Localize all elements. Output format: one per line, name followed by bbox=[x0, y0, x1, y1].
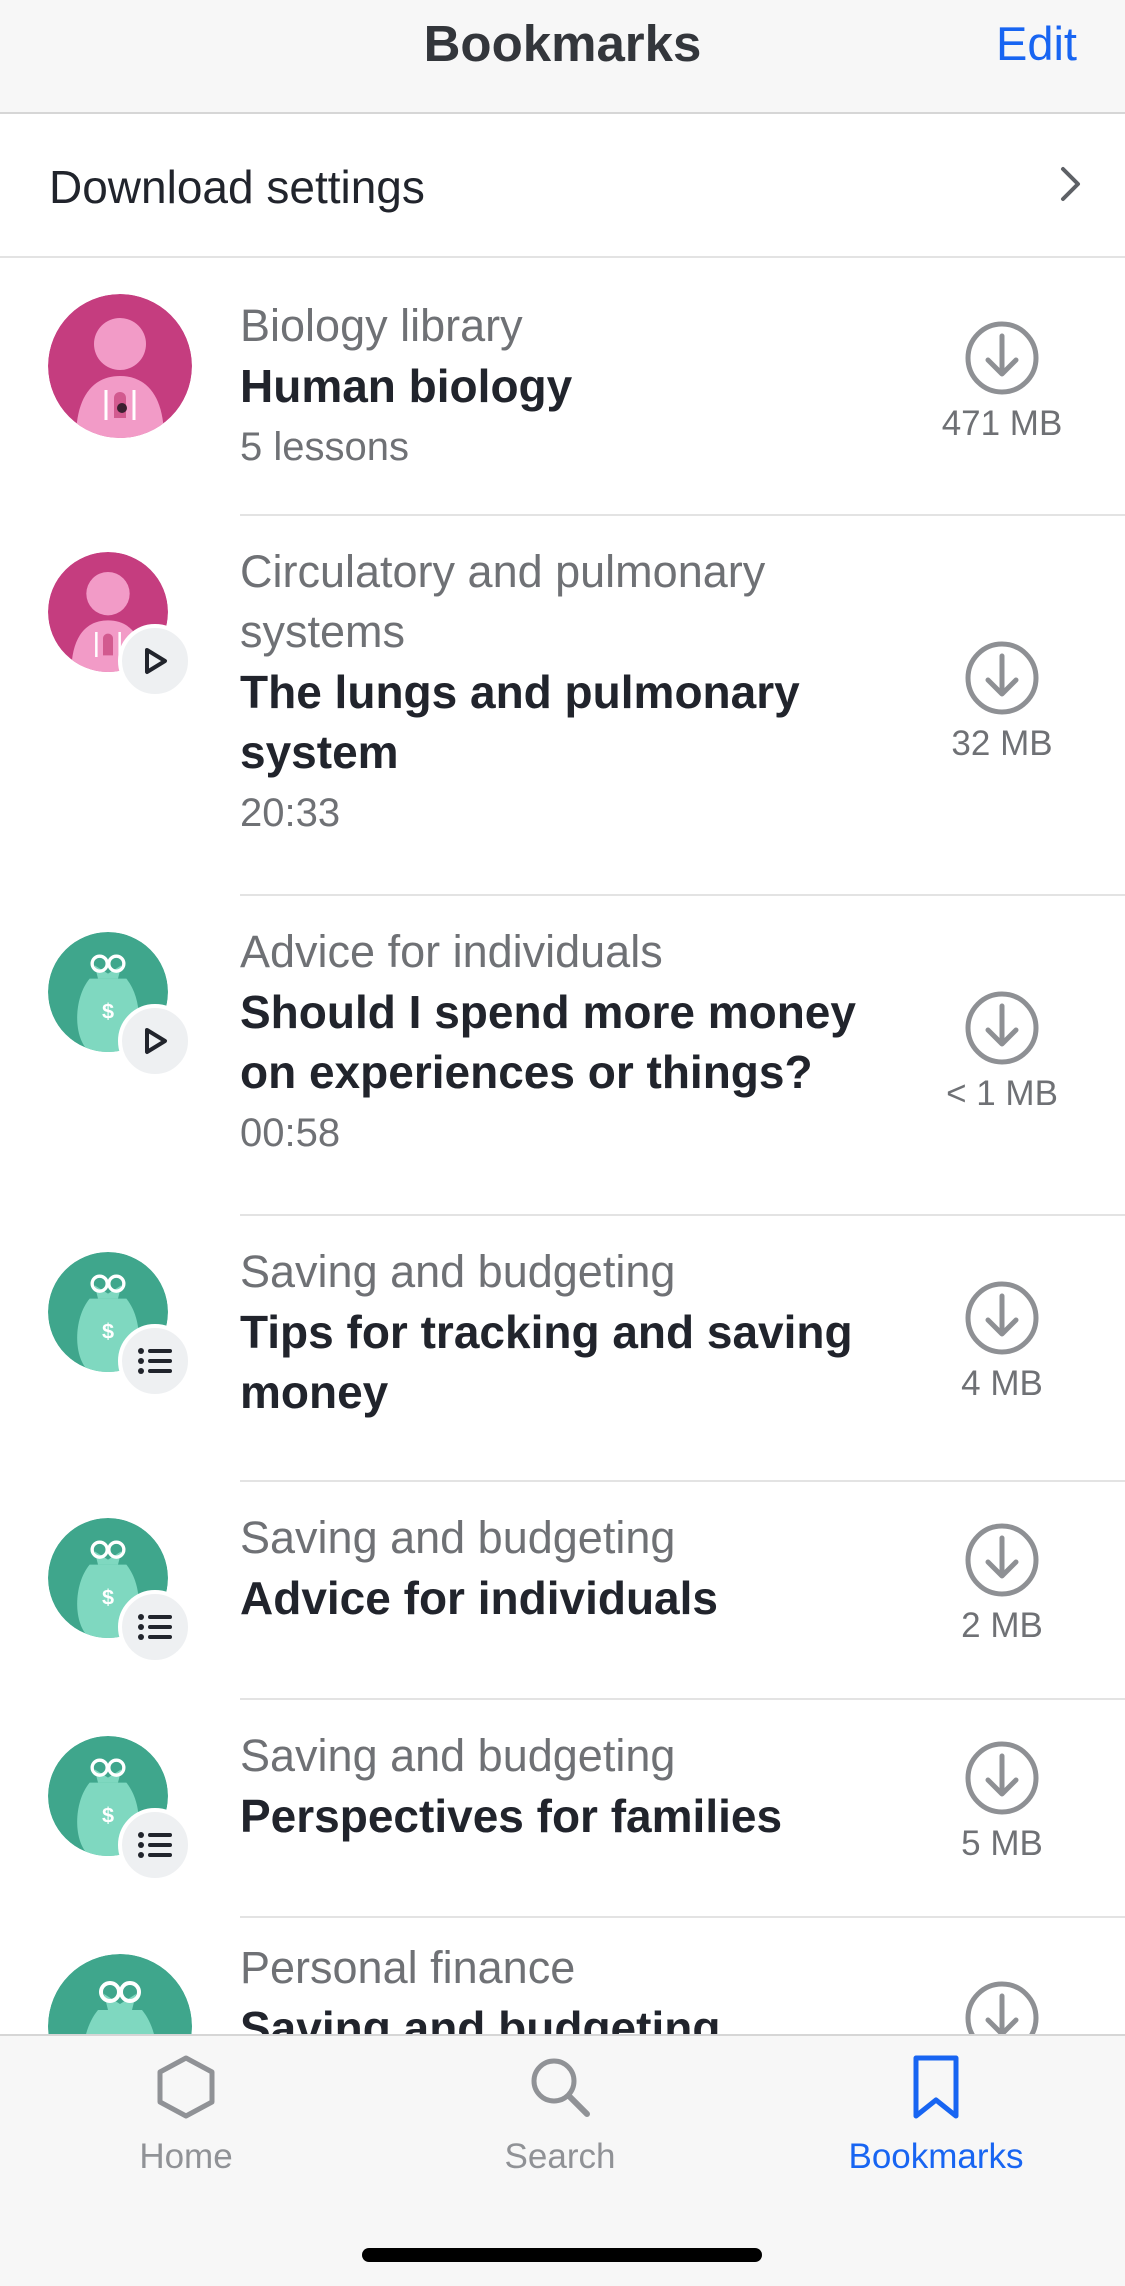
svg-text:$: $ bbox=[102, 1585, 114, 1610]
item-title: Saving and budgeting bbox=[240, 2002, 721, 2034]
list-icon bbox=[138, 1832, 172, 1858]
tab-home[interactable]: Home bbox=[56, 2054, 316, 2177]
download-button[interactable]: 471 MB bbox=[927, 320, 1077, 444]
download-size: < 1 MB bbox=[946, 1074, 1058, 1113]
item-kicker: Advice for individuals bbox=[240, 926, 663, 977]
tab-search[interactable]: Search bbox=[430, 2054, 690, 2177]
download-button[interactable] bbox=[927, 1980, 1077, 2034]
list-icon bbox=[138, 1614, 172, 1640]
download-icon bbox=[965, 641, 1039, 715]
finance-avatar: $ bbox=[48, 1954, 192, 2034]
bookmark-icon bbox=[913, 2055, 959, 2119]
download-size: 5 MB bbox=[961, 1824, 1043, 1863]
item-title: Advice for individuals bbox=[240, 1572, 718, 1624]
list-item[interactable]: $ Saving and budgeting Tips for tracking… bbox=[0, 1216, 1125, 1482]
list-item[interactable]: $ Personal finance Saving and budgeting bbox=[0, 1918, 1125, 2034]
edit-button[interactable]: Edit bbox=[996, 16, 1077, 71]
item-meta: 20:33 bbox=[240, 791, 341, 835]
item-title: Tips for tracking and saving money bbox=[240, 1306, 853, 1418]
download-size: 471 MB bbox=[941, 404, 1063, 443]
item-title: Perspectives for families bbox=[240, 1790, 783, 1842]
video-badge bbox=[118, 624, 192, 698]
item-meta: 5 lessons bbox=[240, 425, 409, 469]
download-icon bbox=[965, 1981, 1039, 2034]
tab-bookmarks[interactable]: Bookmarks bbox=[806, 2054, 1066, 2177]
item-kicker: Saving and budgeting bbox=[240, 1512, 676, 1563]
item-kicker: Saving and budgeting bbox=[240, 1246, 676, 1297]
item-meta: 00:58 bbox=[240, 1111, 341, 1155]
home-indicator bbox=[362, 2248, 762, 2262]
item-kicker: Personal finance bbox=[240, 1942, 576, 1993]
list-item[interactable]: $ Saving and budgeting Advice for indivi… bbox=[0, 1482, 1125, 1700]
list-badge bbox=[118, 1590, 192, 1664]
item-title: Human biology bbox=[240, 360, 573, 412]
item-kicker: Biology library bbox=[240, 300, 523, 351]
download-icon bbox=[965, 1281, 1039, 1355]
tab-label: Bookmarks bbox=[848, 2137, 1024, 2176]
download-button[interactable]: 4 MB bbox=[927, 1280, 1077, 1404]
svg-text:$: $ bbox=[102, 1319, 114, 1344]
list-item[interactable]: Biology library Human biology 5 lessons … bbox=[0, 258, 1125, 516]
download-size: 2 MB bbox=[961, 1606, 1043, 1645]
download-settings-label: Download settings bbox=[49, 161, 425, 213]
list-item[interactable]: $ Saving and budgeting Perspectives for … bbox=[0, 1700, 1125, 1918]
chevron-right-icon bbox=[1061, 167, 1080, 201]
download-button[interactable]: < 1 MB bbox=[927, 990, 1077, 1114]
item-title: The lungs and pulmonary system bbox=[240, 666, 800, 778]
play-icon bbox=[145, 1028, 167, 1054]
list-badge bbox=[118, 1324, 192, 1398]
list-icon bbox=[138, 1348, 172, 1374]
item-title: Should I spend more money on experiences… bbox=[240, 986, 856, 1098]
download-button[interactable]: 2 MB bbox=[927, 1522, 1077, 1646]
list-item[interactable]: $ Advice for individuals Should I spend … bbox=[0, 896, 1125, 1216]
svg-text:$: $ bbox=[102, 1803, 114, 1828]
download-settings-row[interactable]: Download settings bbox=[0, 114, 1125, 258]
tab-label: Home bbox=[139, 2137, 233, 2176]
list-item[interactable]: Circulatory and pulmonary systems The lu… bbox=[0, 516, 1125, 896]
svg-text:$: $ bbox=[102, 999, 114, 1024]
hexagon-home-icon bbox=[157, 2055, 215, 2119]
video-badge bbox=[118, 1004, 192, 1078]
list-badge bbox=[118, 1808, 192, 1882]
download-size: 4 MB bbox=[961, 1364, 1043, 1403]
download-button[interactable]: 5 MB bbox=[927, 1740, 1077, 1864]
search-icon bbox=[531, 2058, 590, 2117]
download-size: 32 MB bbox=[951, 724, 1053, 763]
tab-label: Search bbox=[504, 2137, 616, 2176]
download-icon bbox=[965, 991, 1039, 1065]
download-button[interactable]: 32 MB bbox=[927, 640, 1077, 764]
navigation-bar: Bookmarks Edit bbox=[0, 0, 1125, 114]
item-kicker: Saving and budgeting bbox=[240, 1730, 676, 1781]
biology-avatar bbox=[48, 294, 192, 438]
download-icon bbox=[965, 321, 1039, 395]
item-kicker: Circulatory and pulmonary systems bbox=[240, 546, 766, 657]
play-icon bbox=[145, 648, 167, 674]
bookmarks-list: Biology library Human biology 5 lessons … bbox=[0, 258, 1125, 2034]
download-icon bbox=[965, 1523, 1039, 1597]
page-title: Bookmarks bbox=[423, 15, 702, 72]
download-icon bbox=[965, 1741, 1039, 1815]
